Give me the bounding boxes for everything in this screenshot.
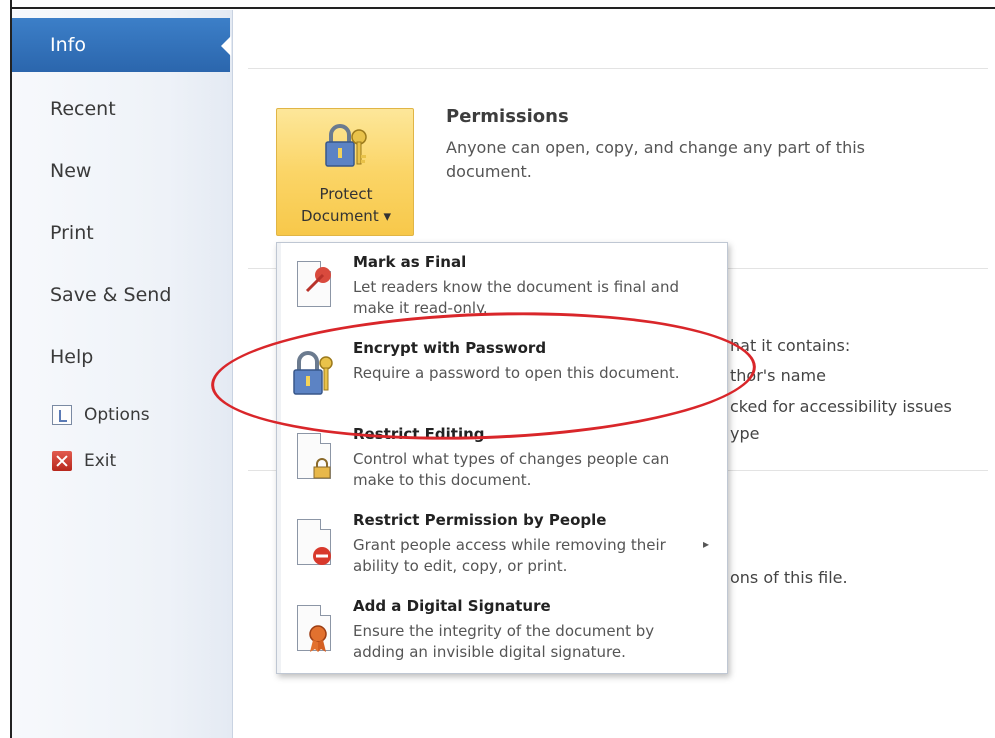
active-pointer: [221, 36, 231, 56]
menu-item-restrict-permission[interactable]: Restrict Permission by People Grant peop…: [283, 507, 723, 591]
backstage-sidebar: Info Recent New Print Save & Send Help O…: [12, 10, 233, 738]
menu-item-title: Add a Digital Signature: [353, 597, 551, 615]
menu-item-add-digital-signature[interactable]: Add a Digital Signature Ensure the integ…: [283, 593, 723, 677]
sidebar-item-label: Exit: [84, 451, 117, 471]
options-icon: [52, 405, 72, 425]
permissions-title: Permissions: [446, 106, 569, 127]
sidebar-item-save-send[interactable]: Save & Send: [12, 268, 233, 322]
sidebar-item-label: New: [50, 160, 92, 182]
sidebar-item-label: Recent: [50, 98, 116, 120]
sidebar-item-label: Save & Send: [50, 284, 172, 306]
menu-item-desc: Ensure the integrity of the document by …: [353, 622, 655, 661]
backstage-view: Info Recent New Print Save & Send Help O…: [0, 0, 995, 738]
top-border: [0, 0, 995, 9]
padlock-key-icon: [325, 124, 367, 167]
inspect-fragment: cked for accessibility issues: [730, 397, 952, 416]
restrict-permission-icon: [291, 519, 335, 571]
left-border: [0, 0, 12, 738]
inspect-fragment: ype: [730, 424, 760, 443]
sidebar-item-recent[interactable]: Recent: [12, 82, 233, 136]
sidebar-item-print[interactable]: Print: [12, 206, 233, 260]
digital-signature-icon: [291, 605, 335, 657]
sidebar-item-label: Options: [84, 405, 150, 425]
protect-label-line2: Document ▾: [300, 207, 391, 225]
sidebar-item-label: Help: [50, 346, 94, 368]
sidebar-item-new[interactable]: New: [12, 144, 233, 198]
permissions-description: Anyone can open, copy, and change any pa…: [446, 138, 865, 181]
divider: [248, 68, 988, 69]
submenu-arrow-icon: ▸: [702, 537, 709, 551]
protect-document-label: Protect Document ▾: [277, 183, 415, 227]
protect-document-menu: Mark as Final Let readers know the docum…: [276, 242, 728, 674]
sidebar-item-info[interactable]: Info: [12, 18, 231, 72]
menu-item-desc: Grant people access while removing their…: [353, 536, 666, 575]
sidebar-item-exit[interactable]: Exit: [52, 446, 116, 476]
mark-final-icon: [291, 261, 335, 313]
menu-gutter: [277, 243, 281, 673]
protect-label-line1: Protect: [319, 185, 373, 203]
exit-icon: [52, 451, 72, 471]
sidebar-item-options[interactable]: Options: [52, 400, 150, 430]
protect-document-button[interactable]: Protect Document ▾: [276, 108, 414, 236]
restrict-editing-icon: [291, 433, 335, 485]
sidebar-item-label: Print: [50, 222, 94, 244]
versions-fragment: ons of this file.: [730, 568, 848, 587]
sidebar-item-label: Info: [50, 34, 86, 56]
menu-item-desc: Control what types of changes people can…: [353, 450, 670, 489]
sidebar-item-help[interactable]: Help: [12, 330, 233, 384]
menu-item-title: Mark as Final: [353, 253, 467, 271]
menu-item-title: Restrict Permission by People: [353, 511, 607, 529]
